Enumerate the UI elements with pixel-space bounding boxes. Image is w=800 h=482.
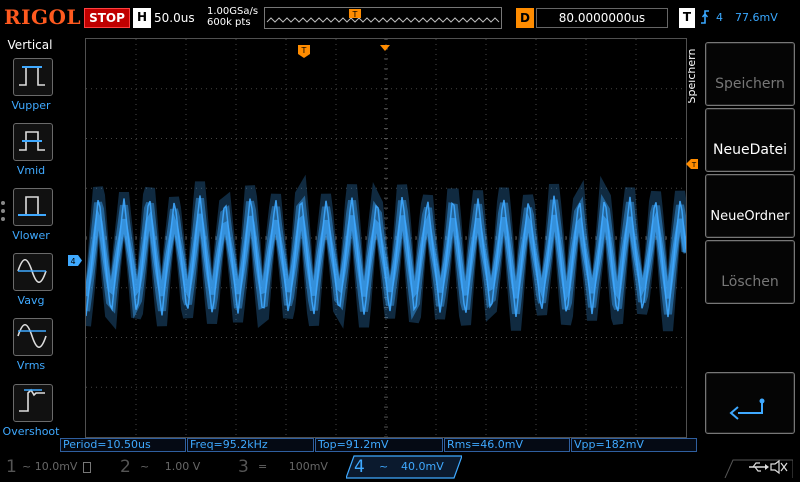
graticule: [81, 38, 691, 438]
ch1-status[interactable]: ~ 10.0mV: [22, 456, 108, 478]
return-arrow-icon: [729, 398, 765, 420]
trigger-level-marker-label: T: [691, 161, 697, 169]
vupper-icon: [19, 66, 45, 86]
ch4-number: 4: [354, 457, 365, 477]
waveform-display[interactable]: [81, 38, 691, 438]
ch2-number[interactable]: 2: [120, 455, 131, 479]
trigger-edge-icon: [699, 8, 713, 28]
vlower-icon: [18, 196, 46, 216]
vupper-button[interactable]: [13, 58, 53, 96]
neuedatei-label: NeueDatei: [713, 142, 787, 158]
ch3-status[interactable]: = 100mV: [258, 456, 348, 478]
ch3-coupling-icon: =: [258, 460, 268, 473]
ch4-ground-marker-label: 4: [70, 257, 75, 266]
speichern-label: Speichern: [715, 76, 785, 92]
vrms-button[interactable]: [13, 318, 53, 356]
memory-depth: 600k pts: [207, 17, 251, 28]
menu-page-indicator: [0, 200, 6, 221]
ch4-coupling-icon: ~: [379, 460, 389, 473]
measurement-vpp[interactable]: Vpp=182mV: [571, 438, 697, 452]
vlower-button[interactable]: [13, 188, 53, 226]
ch2-scale: 1.00 V: [164, 460, 201, 473]
memory-overview-bar[interactable]: T: [264, 7, 502, 29]
trigger-label: T: [679, 8, 695, 28]
vavg-icon: [17, 258, 47, 284]
ch2-coupling-icon: ~: [140, 460, 150, 473]
memory-overview-waveform: T: [266, 9, 500, 23]
measurement-period[interactable]: Period=10.50us: [60, 438, 186, 452]
vmid-button[interactable]: [13, 123, 53, 161]
ch1-battery-icon: [82, 461, 91, 473]
rigol-logo: RIGOL: [4, 5, 82, 29]
ch1-scale: 10.0mV: [34, 460, 78, 473]
right-menu-title-text: Speichern: [688, 49, 698, 104]
overshoot-button[interactable]: [13, 384, 53, 422]
timebase-value[interactable]: 50.0us: [154, 8, 204, 28]
measurement-top[interactable]: Top=91.2mV: [315, 438, 443, 452]
right-menu-title: Speichern: [685, 45, 702, 115]
overshoot-icon: [19, 388, 45, 412]
vmid-label: Vmid: [16, 164, 46, 177]
overview-trigger-marker-label: T: [352, 10, 358, 19]
acquisition-info: 1.00GSa/s 600k pts: [207, 6, 267, 32]
vupper-label: Vupper: [11, 99, 51, 112]
return-button[interactable]: [705, 372, 795, 434]
run-stop-indicator[interactable]: STOP: [84, 8, 130, 28]
ch1-coupling-icon: ~: [22, 460, 32, 473]
trigger-position-marker[interactable]: T: [298, 43, 310, 58]
usb-icon: [749, 462, 769, 472]
ch2-status[interactable]: ~ 1.00 V: [140, 456, 230, 478]
left-menu-title: Vertical: [7, 38, 53, 52]
delay-value[interactable]: 80.0000000us: [536, 8, 668, 28]
vavg-label: Vavg: [17, 294, 45, 307]
loeschen-label: Löschen: [721, 274, 779, 290]
trigger-position-marker-label: T: [301, 46, 307, 55]
loeschen-button[interactable]: Löschen: [705, 240, 795, 304]
ch4-active-tab[interactable]: 4 ~ 40.0mV: [346, 455, 462, 479]
ch3-number[interactable]: 3: [238, 455, 249, 479]
neueordner-label: NeueOrdner: [710, 209, 790, 224]
measurement-frequency[interactable]: Freq=95.2kHz: [187, 438, 314, 452]
trigger-level-value[interactable]: 77.6mV: [735, 8, 799, 28]
overshoot-label: Overshoot: [2, 425, 60, 438]
vavg-button[interactable]: [13, 253, 53, 291]
system-status-area: [705, 456, 794, 479]
measurement-rms[interactable]: Rms=46.0mV: [444, 438, 570, 452]
vlower-label: Vlower: [12, 229, 50, 242]
speichern-button[interactable]: Speichern: [705, 42, 795, 106]
horizontal-label: H: [133, 8, 151, 28]
ch3-scale: 100mV: [288, 460, 328, 473]
neuedatei-button[interactable]: NeueDatei: [705, 108, 795, 172]
delay-label: D: [516, 8, 534, 28]
trigger-source-badge: 4: [716, 11, 723, 24]
vrms-icon: [17, 323, 47, 349]
neueordner-button[interactable]: NeueOrdner: [705, 174, 795, 238]
delay-center-marker: [380, 37, 390, 51]
ch4-scale: 40.0mV: [401, 460, 444, 473]
vrms-label: Vrms: [16, 359, 46, 372]
speaker-muted-icon: [770, 459, 788, 475]
ch4-ground-marker[interactable]: 4: [68, 251, 82, 266]
trigger-level-marker[interactable]: T: [686, 154, 698, 169]
ch1-number[interactable]: 1: [6, 455, 17, 479]
vmid-icon: [19, 131, 45, 151]
sample-rate: 1.00GSa/s: [207, 6, 259, 17]
